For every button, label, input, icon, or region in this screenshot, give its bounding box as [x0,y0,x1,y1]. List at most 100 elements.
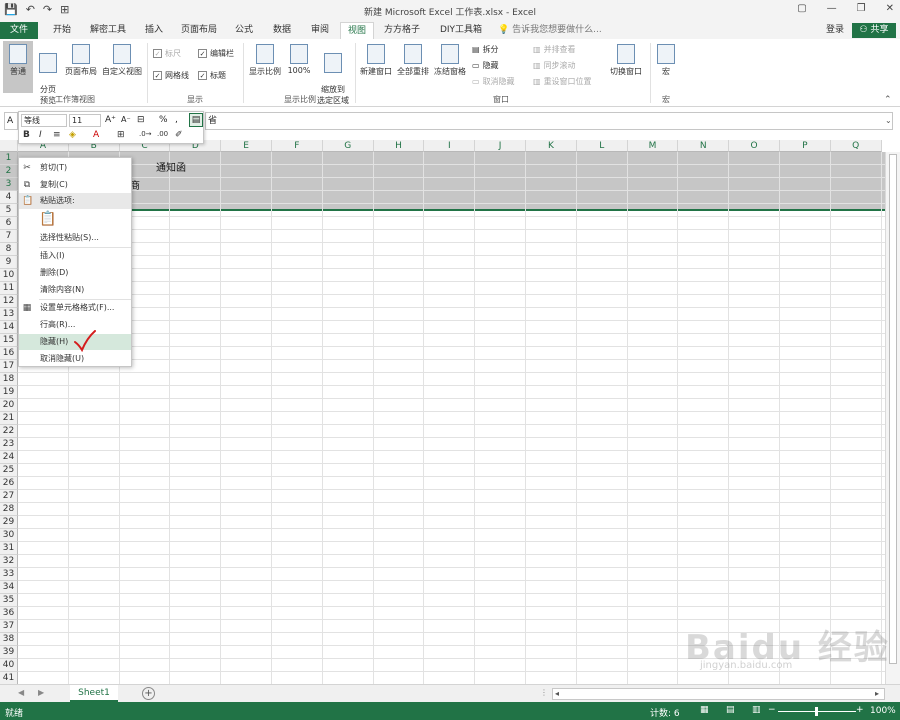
tab-formulas[interactable]: 公式 [228,22,260,39]
cell-c1-text[interactable]: 通知函 [156,159,186,174]
clear-format-icon[interactable]: ✐ [175,130,183,140]
row-header-20[interactable]: 20 [0,399,18,412]
align-icon[interactable]: ≡ [53,130,61,140]
row-header-10[interactable]: 10 [0,269,18,282]
minimize-icon[interactable]: — [827,3,837,14]
row-header-39[interactable]: 39 [0,646,18,659]
column-header-p[interactable]: P [780,140,831,152]
zoom-to-selection-button[interactable]: 缩放到 选定区域 [313,41,353,105]
name-box[interactable]: A [4,112,18,130]
side-by-side-button[interactable]: ▥ 并排查看 [533,44,576,55]
unhide-window-button[interactable]: ▭ 取消隐藏 [472,76,515,87]
tab-split-icon[interactable]: ⋮ [540,688,548,697]
column-header-q[interactable]: Q [830,140,882,152]
row-header-18[interactable]: 18 [0,373,18,386]
fill-color-icon[interactable]: ◈ [69,130,76,140]
menu-item-hide[interactable]: 隐藏(H) [19,330,131,352]
page-break-preview-button[interactable]: 分页 预览 [34,41,62,105]
column-header-h[interactable]: H [373,140,425,152]
headings-checkbox[interactable]: ✓ 标题 [198,70,226,81]
scroll-right-icon[interactable]: ▸ [875,689,879,698]
horizontal-scrollbar[interactable]: ◂ ▸ [552,688,885,700]
row-header-6[interactable]: 6 [0,217,18,230]
ruler-checkbox[interactable]: ✓ 标尺 [153,48,181,59]
ribbon-display-icon[interactable]: ▢ [797,3,806,14]
menu-item-format-cells[interactable]: ▦ 设置单元格格式(F)... [19,300,131,316]
row-header-21[interactable]: 21 [0,412,18,425]
share-button[interactable]: ⚇ 共享 [852,23,896,38]
reset-window-position-button[interactable]: ▥ 重设窗口位置 [533,76,592,87]
column-header-i[interactable]: I [424,140,476,152]
column-header-m[interactable]: M [627,140,679,152]
scroll-left-icon[interactable]: ◂ [555,689,559,698]
zoom-button[interactable]: 显示比例 [247,41,283,93]
tab-insert[interactable]: 插入 [138,22,170,39]
row-header-34[interactable]: 34 [0,581,18,594]
tab-data[interactable]: 数据 [266,22,298,39]
tab-review[interactable]: 审阅 [304,22,336,39]
font-name-field[interactable]: 等线 [21,114,67,127]
row-header-15[interactable]: 15 [0,334,18,347]
row-header-4[interactable]: 4 [0,191,18,204]
row-header-9[interactable]: 9 [0,256,18,269]
row-header-38[interactable]: 38 [0,633,18,646]
row-header-35[interactable]: 35 [0,594,18,607]
page-break-status-icon[interactable]: ▥ [752,705,761,715]
column-header-g[interactable]: G [322,140,374,152]
row-header-27[interactable]: 27 [0,490,18,503]
column-header-e[interactable]: E [221,140,272,152]
row-header-33[interactable]: 33 [0,568,18,581]
arrange-all-button[interactable]: 全部重排 [395,41,431,93]
split-button[interactable]: ▤ 拆分 [472,44,499,55]
row-header-40[interactable]: 40 [0,659,18,672]
decrease-decimal-icon[interactable]: .00 [157,130,168,138]
percent-icon[interactable]: % [159,115,168,125]
paste-button-icon[interactable]: 📋 [39,211,56,227]
increase-font-icon[interactable]: A⁺ [105,115,116,125]
column-header-j[interactable]: J [475,140,526,152]
row-header-31[interactable]: 31 [0,542,18,555]
column-header-n[interactable]: N [678,140,730,152]
row-header-32[interactable]: 32 [0,555,18,568]
page-layout-view-button[interactable]: 页面布局 [62,41,100,93]
page-layout-status-icon[interactable]: ▤ [726,705,735,715]
tab-decrypt-tools[interactable]: 解密工具 [86,22,130,39]
row-header-2[interactable]: 2 [0,165,18,178]
formula-bar-checkbox[interactable]: ✓ 编辑栏 [198,48,234,59]
row-header-41[interactable]: 41 [0,672,18,684]
row-header-12[interactable]: 12 [0,295,18,308]
expand-formula-icon[interactable]: ⌄ [885,116,892,125]
add-sheet-icon[interactable]: + [142,687,155,700]
zoom-out-icon[interactable]: − [768,705,776,715]
row-header-7[interactable]: 7 [0,230,18,243]
row-header-23[interactable]: 23 [0,438,18,451]
row-header-29[interactable]: 29 [0,516,18,529]
row-header-1[interactable]: 1 [0,152,18,165]
column-header-f[interactable]: F [272,140,323,152]
menu-item-unhide[interactable]: 取消隐藏(U) [19,351,131,367]
font-color-icon[interactable]: A [93,130,99,140]
italic-icon[interactable]: I [39,130,42,140]
font-size-field[interactable]: 11 [69,114,101,127]
zoom-100-button[interactable]: 100% [285,41,313,93]
row-header-17[interactable]: 17 [0,360,18,373]
tab-page-layout[interactable]: 页面布局 [176,22,222,39]
tab-fangfang[interactable]: 方方格子 [378,22,426,39]
increase-decimal-icon[interactable]: .0→ [139,130,152,138]
sync-scroll-button[interactable]: ▥ 同步滚动 [533,60,576,71]
borders-icon[interactable]: ⊞ [117,130,125,140]
row-header-16[interactable]: 16 [0,347,18,360]
row-header-19[interactable]: 19 [0,386,18,399]
column-header-o[interactable]: O [729,140,780,152]
number-format-icon[interactable]: ⊟ [137,115,145,125]
row-header-37[interactable]: 37 [0,620,18,633]
tab-diy-toolbox[interactable]: DIY工具箱 [432,22,490,39]
switch-windows-button[interactable]: 切换窗口 [606,41,646,93]
row-header-22[interactable]: 22 [0,425,18,438]
row-header-25[interactable]: 25 [0,464,18,477]
formula-input[interactable]: 省 [205,112,893,130]
collapse-ribbon-icon[interactable]: ⌃ [884,95,892,105]
freeze-panes-button[interactable]: 冻结窗格 [432,41,468,93]
worksheet-grid[interactable]: A B C D E F G H I J K L M N O P Q 1 2 3 4 5 6 7 8 9 10 11 12 13 14 15 16… [0,140,885,684]
row-header-14[interactable]: 14 [0,321,18,334]
